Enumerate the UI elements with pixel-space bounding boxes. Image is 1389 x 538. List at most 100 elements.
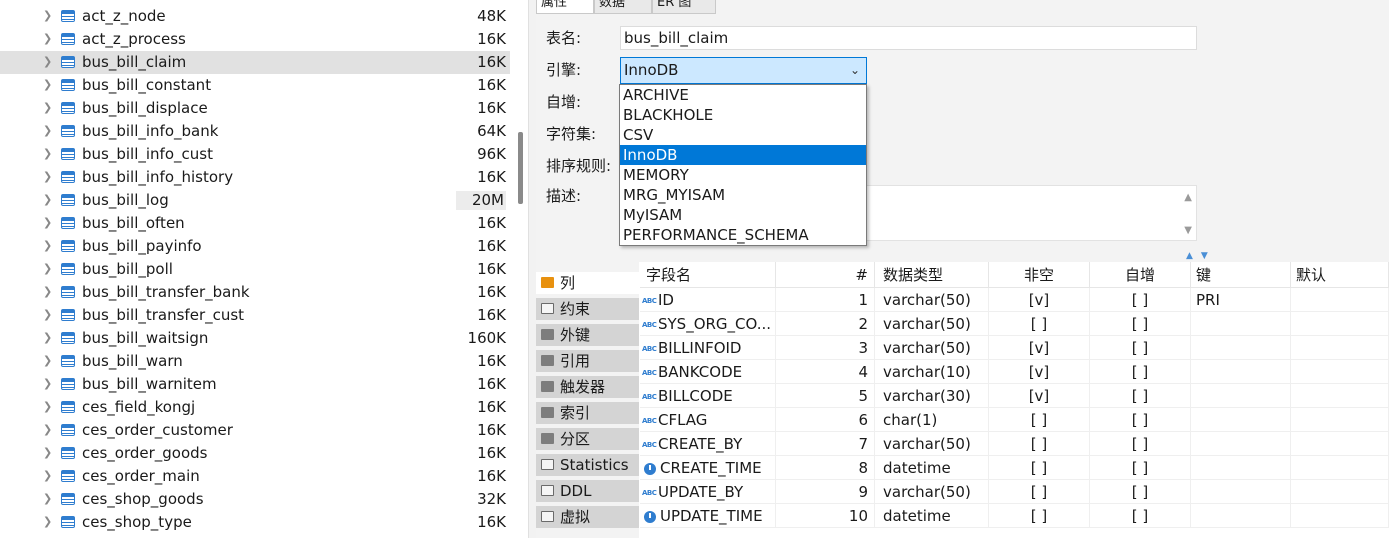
section-tab[interactable]: 列 [536, 272, 639, 296]
chevron-right-icon[interactable]: ❯ [43, 423, 55, 437]
scroll-up-icon[interactable]: ▲ [1184, 192, 1192, 203]
column-header-name[interactable]: 字段名 [640, 262, 776, 288]
chevron-right-icon[interactable]: ❯ [43, 400, 55, 414]
chevron-right-icon[interactable]: ❯ [43, 216, 55, 230]
chevron-right-icon[interactable]: ❯ [43, 515, 55, 529]
tab-er-diagram[interactable]: ER 图 [652, 0, 716, 14]
chevron-right-icon[interactable]: ❯ [43, 170, 55, 184]
table-row[interactable]: UPDATE_TIME 10 datetime[ ][ ] [640, 504, 1389, 528]
section-tab[interactable]: 引用 [536, 350, 639, 374]
tree-scrollbar[interactable] [518, 132, 523, 204]
tree-item[interactable]: ❯ ces_shop_type 16K [0, 511, 510, 534]
section-tab[interactable]: 分区 [536, 428, 639, 452]
tree-item[interactable]: ❯ ces_field_kongj 16K [0, 396, 510, 419]
chevron-right-icon[interactable]: ❯ [43, 147, 55, 161]
tab-data[interactable]: 数据 [594, 0, 652, 14]
chevron-right-icon[interactable]: ❯ [43, 331, 55, 345]
section-tab[interactable]: 触发器 [536, 376, 639, 400]
table-row[interactable]: ABC CREATE_BY 7 varchar(50)[ ][ ] [640, 432, 1389, 456]
table-row[interactable]: ABC BANKCODE 4 varchar(10) [v][ ] [640, 360, 1389, 384]
tree-item[interactable]: ❯ bus_bill_poll 16K [0, 258, 510, 281]
tree-item[interactable]: ❯ bus_bill_displace 16K [0, 97, 510, 120]
chevron-right-icon[interactable]: ❯ [43, 469, 55, 483]
engine-option[interactable]: MEMORY [620, 165, 866, 185]
tree-item[interactable]: ❯ bus_bill_payinfo 16K [0, 235, 510, 258]
chevron-down-icon[interactable]: ⌄ [850, 58, 860, 83]
description-field[interactable]: ▲ ▼ [866, 185, 1197, 241]
engine-option[interactable]: BLACKHOLE [620, 105, 866, 125]
tree-item[interactable]: ❯ bus_bill_waitsign 160K [0, 327, 510, 350]
split-handle-icon[interactable]: ▲▼ [1186, 251, 1216, 261]
chevron-right-icon[interactable]: ❯ [43, 492, 55, 506]
tree-item[interactable]: ❯ bus_bill_info_bank 64K [0, 120, 510, 143]
table-row[interactable]: ABC BILLINFOID 3 varchar(50) [v][ ] [640, 336, 1389, 360]
chevron-right-icon[interactable]: ❯ [43, 193, 55, 207]
chevron-right-icon[interactable]: ❯ [43, 78, 55, 92]
chevron-right-icon[interactable]: ❯ [43, 354, 55, 368]
section-tab-label: Statistics [560, 456, 629, 474]
notnull-cell: [ ] [989, 456, 1090, 480]
table-row[interactable]: ABC CFLAG 6 char(1)[ ][ ] [640, 408, 1389, 432]
column-header-notnull[interactable]: 非空 [989, 262, 1090, 288]
tree-item[interactable]: ❯ bus_bill_claim 16K [0, 51, 510, 74]
engine-option[interactable]: MRG_MYISAM [620, 185, 866, 205]
panel-divider[interactable] [528, 0, 536, 538]
tree-item[interactable]: ❯ act_z_node 48K [0, 5, 510, 28]
column-header-default[interactable]: 默认 [1291, 262, 1389, 288]
scroll-down-icon[interactable]: ▼ [1184, 225, 1192, 236]
chevron-right-icon[interactable]: ❯ [43, 9, 55, 23]
column-header-num[interactable]: # [776, 262, 875, 288]
chevron-right-icon[interactable]: ❯ [43, 377, 55, 391]
table-row[interactable]: ABC BILLCODE 5 varchar(30) [v][ ] [640, 384, 1389, 408]
column-header-autoinc[interactable]: 自增 [1090, 262, 1191, 288]
tree-item[interactable]: ❯ bus_bill_info_history 16K [0, 166, 510, 189]
chevron-right-icon[interactable]: ❯ [43, 101, 55, 115]
tree-item[interactable]: ❯ ces_shop_goods 32K [0, 488, 510, 511]
num-cell: 2 [776, 312, 875, 336]
tree-item[interactable]: ❯ bus_bill_warnitem 16K [0, 373, 510, 396]
section-tab[interactable]: 虚拟 [536, 506, 639, 530]
tree-item[interactable]: ❯ bus_bill_often 16K [0, 212, 510, 235]
tree-item[interactable]: ❯ ces_order_customer 16K [0, 419, 510, 442]
section-tab[interactable]: Statistics [536, 454, 639, 478]
tree-item[interactable]: ❯ bus_bill_transfer_cust 16K [0, 304, 510, 327]
table-row[interactable]: ABC ID 1 varchar(50) [v][ ] PRI [640, 288, 1389, 312]
tree-item-size: 160K [467, 329, 506, 347]
section-tab[interactable]: 外键 [536, 324, 639, 348]
tree-item[interactable]: ❯ bus_bill_transfer_bank 16K [0, 281, 510, 304]
chevron-right-icon[interactable]: ❯ [43, 308, 55, 322]
default-cell [1291, 504, 1389, 528]
engine-option[interactable]: CSV [620, 125, 866, 145]
table-name-field[interactable]: bus_bill_claim [620, 26, 1197, 50]
engine-option[interactable]: MyISAM [620, 205, 866, 225]
tree-item[interactable]: ❯ act_z_process 16K [0, 28, 510, 51]
num-cell: 4 [776, 360, 875, 384]
chevron-right-icon[interactable]: ❯ [43, 446, 55, 460]
section-tab[interactable]: DDL [536, 480, 639, 504]
engine-option[interactable]: PERFORMANCE_SCHEMA [620, 225, 866, 245]
section-tab[interactable]: 索引 [536, 402, 639, 426]
chevron-right-icon[interactable]: ❯ [43, 32, 55, 46]
tree-item[interactable]: ❯ bus_bill_constant 16K [0, 74, 510, 97]
section-tab[interactable]: 约束 [536, 298, 639, 322]
tree-item[interactable]: ❯ bus_bill_warn 16K [0, 350, 510, 373]
table-row[interactable]: CREATE_TIME 8 datetime[ ][ ] [640, 456, 1389, 480]
tree-item[interactable]: ❯ ces_order_main 16K [0, 465, 510, 488]
engine-option[interactable]: InnoDB [620, 145, 866, 165]
chevron-right-icon[interactable]: ❯ [43, 55, 55, 69]
tree-item[interactable]: ❯ bus_bill_log 20M [0, 189, 510, 212]
chevron-right-icon[interactable]: ❯ [43, 239, 55, 253]
chevron-right-icon[interactable]: ❯ [43, 124, 55, 138]
tree-item-size: 20M [455, 191, 506, 210]
column-header-type[interactable]: 数据类型 [875, 262, 989, 288]
table-row[interactable]: ABC SYS_ORG_CO... 2 varchar(50)[ ][ ] [640, 312, 1389, 336]
tree-item[interactable]: ❯ ces_order_goods 16K [0, 442, 510, 465]
table-row[interactable]: ABC UPDATE_BY 9 varchar(50)[ ][ ] [640, 480, 1389, 504]
column-header-key[interactable]: 键 [1191, 262, 1291, 288]
engine-option[interactable]: ARCHIVE [620, 85, 866, 105]
engine-select[interactable]: InnoDB ⌄ [620, 57, 867, 84]
tree-item[interactable]: ❯ bus_bill_info_cust 96K [0, 143, 510, 166]
tab-properties[interactable]: 属性 [536, 0, 594, 14]
chevron-right-icon[interactable]: ❯ [43, 262, 55, 276]
chevron-right-icon[interactable]: ❯ [43, 285, 55, 299]
